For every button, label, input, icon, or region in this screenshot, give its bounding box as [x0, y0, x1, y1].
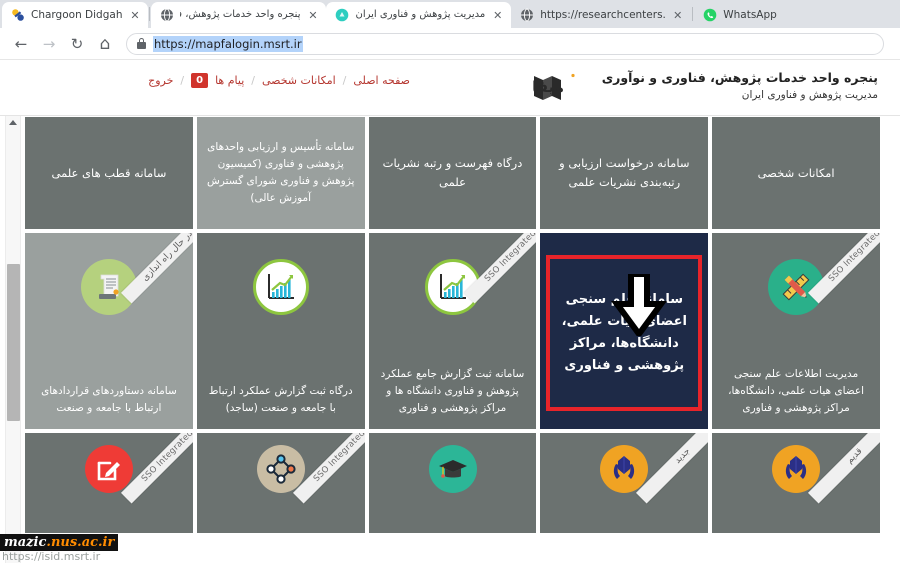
tile-wheat-hands-new[interactable]: جدید — [540, 433, 709, 533]
tile-title: سامانه درخواست ارزیابی و رتبه‌بندی نشریا… — [559, 156, 690, 189]
tile-scientometrics-info-management[interactable]: SSO Integrated مدیریت اطلاعات علم سنجی ا… — [712, 233, 880, 429]
graduation-cap-icon — [428, 445, 477, 493]
url-text: https://mapfalogin.msrt.ir — [153, 35, 303, 52]
tile-graduation-cap[interactable] — [368, 433, 537, 533]
site-header: پنجره واحد خدمات پژوهش، فناوری و نوآوری … — [0, 61, 900, 116]
home-button[interactable]: ⌂ — [92, 31, 118, 57]
page-subtitle: مدیریت پژوهش و فناوری ایران — [741, 89, 878, 101]
tile-network-nodes[interactable]: SSO Integrated — [196, 433, 365, 533]
tab-title: پنجره واحد خدمات پژوهش، فناوری و نو — [180, 9, 301, 20]
tile-journal-evaluation-request[interactable]: سامانه درخواست ارزیابی و رتبه‌بندی نشریا… — [540, 117, 709, 229]
messages-count-badge: 0 — [191, 73, 209, 88]
address-bar[interactable]: https://mapfalogin.msrt.ir — [126, 32, 884, 55]
scroll-up-icon[interactable] — [9, 120, 17, 125]
browser-window: Chargoon Didgah ✕ پنجره واحد خدمات پژوهش… — [0, 0, 900, 563]
tab-separator — [149, 7, 151, 21]
reload-button[interactable]: ↻ — [64, 31, 90, 57]
nav-item-messages[interactable]: پیام ها — [215, 74, 244, 87]
watermark: mazic.nus.ac.ir https://isid.msrt.ir — [0, 534, 119, 563]
msrt-icon — [335, 8, 349, 22]
wheat-hands-icon — [772, 445, 821, 493]
watermark-part-a: mazic — [4, 535, 47, 550]
tile-research-unit-establishment[interactable]: سامانه تأسیس و ارزیابی واحدهای پژوهشی و … — [196, 117, 365, 229]
tile-industry-contract-achievements[interactable]: در حال راه اندازی سامانه دستاوردهای قرار… — [25, 233, 193, 429]
tile-title: سامانه قطب های علمی — [51, 165, 167, 180]
browser-tab-active-msrt[interactable]: مدیریت پژوهش و فناوری ایران ✕ — [326, 2, 512, 28]
highlight-border: سامانه علم سنجی اعضای هیات علمی، دانشگاه… — [546, 255, 703, 411]
back-button[interactable]: ← — [8, 31, 34, 57]
browser-tab-researchcenters[interactable]: https://researchcenters.msrt.ir/ ✕ — [511, 2, 692, 28]
tab-title: https://researchcenters.msrt.ir/ — [540, 9, 666, 21]
tile-journal-index-portal[interactable]: درگاه فهرست و رتبه نشریات علمی — [368, 117, 537, 229]
globe-icon — [520, 8, 534, 22]
page-title: پنجره واحد خدمات پژوهش، فناوری و نوآوری — [601, 70, 878, 85]
tile-title: سامانه علم سنجی اعضای هیات علمی، دانشگاه… — [561, 292, 687, 373]
lock-icon — [137, 38, 146, 49]
tile-wheat-hands-old[interactable]: قدیم — [712, 433, 880, 533]
msrt-book-logo: مپفا — [532, 70, 590, 102]
watermark-part-b: .nus.ac.ir — [46, 535, 115, 550]
bar-chart-icon — [252, 259, 309, 315]
sso-ribbon: SSO Integrated — [807, 233, 880, 304]
tile-title: درگاه ثبت گزارش عملکرد ارتباط با جامعه و… — [208, 385, 353, 414]
whatsapp-icon — [703, 8, 717, 22]
brand: پنجره واحد خدمات پژوهش، فناوری و نوآوری … — [532, 69, 878, 103]
tile-sajed-industry-report[interactable]: درگاه ثبت گزارش عملکرد ارتباط با جامعه و… — [196, 233, 365, 429]
tile-title: امکانات شخصی — [757, 165, 835, 180]
brand-text: پنجره واحد خدمات پژوهش، فناوری و نوآوری … — [602, 69, 878, 103]
tab-title: Chargoon Didgah — [31, 9, 123, 21]
browser-tab-chargoon[interactable]: Chargoon Didgah ✕ — [2, 2, 149, 28]
tile-edit-square[interactable]: SSO Integrated — [25, 433, 193, 533]
sso-ribbon: SSO Integrated — [464, 233, 537, 304]
edit-square-icon — [84, 445, 133, 493]
tile-comprehensive-performance-report[interactable]: SSO Integrated سامانه ثبت گزارش جامع عمل… — [368, 233, 537, 429]
nav-item-home[interactable]: صفحه اصلی — [353, 74, 410, 87]
tab-separator — [692, 7, 694, 21]
top-navigation: صفحه اصلی / امکانات شخصی / پیام ها 0 / خ… — [148, 73, 430, 88]
tile-title: سامانه ثبت گزارش جامع عملکرد پژوهش و فنا… — [380, 368, 525, 414]
watermark-line-1: mazic.nus.ac.ir — [0, 534, 119, 551]
scrollbar-thumb[interactable] — [7, 264, 20, 421]
tile-scientometrics-system-highlighted[interactable]: سامانه علم سنجی اعضای هیات علمی، دانشگاه… — [540, 233, 709, 429]
tile-title: مدیریت اطلاعات علم سنجی اعضای هیات علمی،… — [728, 368, 865, 414]
close-icon[interactable]: ✕ — [128, 9, 141, 22]
tile-row-2: SSO Integrated مدیریت اطلاعات علم سنجی ا… — [25, 233, 880, 429]
tile-row-3: قدیم جدید SSO Integrated SSO Integrated — [25, 433, 880, 533]
nav-item-personal[interactable]: امکانات شخصی — [262, 74, 336, 87]
nav-separator: / — [180, 74, 185, 87]
watermark-line-2: https://isid.msrt.ir — [2, 550, 101, 563]
nav-item-logout[interactable]: خروج — [148, 74, 173, 87]
nav-separator: / — [251, 74, 255, 87]
tile-row-1: امکانات شخصی سامانه درخواست ارزیابی و رت… — [25, 117, 880, 229]
tile-title: سامانه تأسیس و ارزیابی واحدهای پژوهشی و … — [206, 141, 355, 204]
browser-toolbar: ← → ↻ ⌂ https://mapfalogin.msrt.ir — [0, 28, 900, 60]
close-icon[interactable]: ✕ — [306, 9, 319, 22]
nav-separator: / — [342, 74, 347, 87]
forward-button[interactable]: → — [36, 31, 62, 57]
globe-icon — [160, 8, 174, 22]
close-icon[interactable]: ✕ — [671, 9, 684, 22]
tab-title: مدیریت پژوهش و فناوری ایران — [355, 9, 486, 20]
service-tile-grid: امکانات شخصی سامانه درخواست ارزیابی و رت… — [0, 117, 900, 537]
network-nodes-icon — [256, 445, 305, 493]
browser-tab-panjere[interactable]: پنجره واحد خدمات پژوهش، فناوری و نو ✕ — [151, 2, 327, 28]
chargoon-icon — [11, 8, 25, 22]
tile-title: درگاه فهرست و رتبه نشریات علمی — [382, 156, 523, 189]
tile-personal-facilities[interactable]: امکانات شخصی — [712, 117, 880, 229]
browser-tab-whatsapp[interactable]: WhatsApp — [694, 2, 784, 28]
close-icon[interactable]: ✕ — [491, 9, 504, 22]
browser-tabstrip: Chargoon Didgah ✕ پنجره واحد خدمات پژوهش… — [0, 0, 900, 28]
tab-title: WhatsApp — [723, 9, 777, 21]
svg-text:مپفا: مپفا — [532, 78, 564, 97]
page-viewport: پنجره واحد خدمات پژوهش، فناوری و نوآوری … — [0, 61, 900, 563]
tile-scientific-poles[interactable]: سامانه قطب های علمی — [25, 117, 193, 229]
tile-title: سامانه دستاوردهای قراردادهای ارتباط با ج… — [41, 385, 177, 414]
setup-in-progress-ribbon: در حال راه اندازی — [120, 233, 193, 304]
page-scrollbar[interactable] — [5, 116, 21, 563]
